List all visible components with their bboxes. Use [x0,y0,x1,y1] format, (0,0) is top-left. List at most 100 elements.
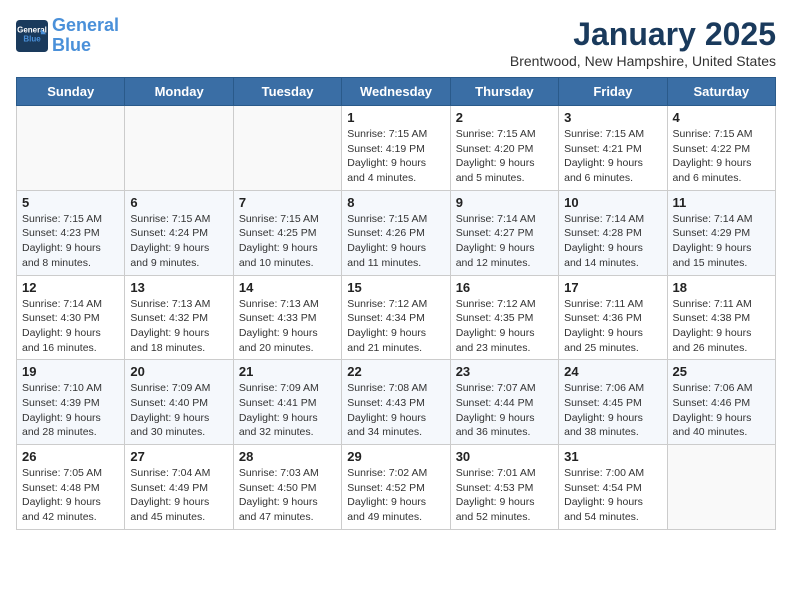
day-info: Sunrise: 7:15 AM Sunset: 4:20 PM Dayligh… [456,127,553,186]
day-number: 27 [130,449,227,464]
day-number: 31 [564,449,661,464]
day-cell-25: 25Sunrise: 7:06 AM Sunset: 4:46 PM Dayli… [667,360,775,445]
logo: General Blue GeneralBlue [16,16,119,56]
day-number: 5 [22,195,119,210]
empty-cell [667,445,775,530]
day-number: 3 [564,110,661,125]
week-row-2: 5 Sunrise: 7:15 AM Sunset: 4:23 PM Daylig… [17,190,776,275]
weekday-header-wednesday: Wednesday [342,78,450,106]
day-info: Sunrise: 7:07 AM Sunset: 4:44 PM Dayligh… [456,381,553,440]
day-number: 26 [22,449,119,464]
empty-cell [17,106,125,191]
svg-text:Blue: Blue [23,34,41,43]
weekday-header-saturday: Saturday [667,78,775,106]
day-number: 8 [347,195,444,210]
day-cell-17: 17Sunrise: 7:11 AM Sunset: 4:36 PM Dayli… [559,275,667,360]
week-row-5: 26 Sunrise: 7:05 AM Sunset: 4:48 PM Dayli… [17,445,776,530]
day-cell-10: 10 Sunrise: 7:14 AM Sunset: 4:28 PM Dayli… [559,190,667,275]
day-info: Sunrise: 7:10 AM Sunset: 4:39 PM Dayligh… [22,381,119,440]
day-info: Sunrise: 7:14 AM Sunset: 4:29 PM Dayligh… [673,212,770,271]
weekday-header-monday: Monday [125,78,233,106]
day-cell-15: 15 Sunrise: 7:12 AM Sunset: 4:34 PM Dayli… [342,275,450,360]
day-info: Sunrise: 7:05 AM Sunset: 4:48 PM Dayligh… [22,466,119,525]
calendar: SundayMondayTuesdayWednesdayThursdayFrid… [16,77,776,530]
day-cell-16: 16 Sunrise: 7:12 AM Sunset: 4:35 PM Dayli… [450,275,558,360]
day-info: Sunrise: 7:15 AM Sunset: 4:24 PM Dayligh… [130,212,227,271]
day-info: Sunrise: 7:15 AM Sunset: 4:23 PM Dayligh… [22,212,119,271]
day-info: Sunrise: 7:03 AM Sunset: 4:50 PM Dayligh… [239,466,336,525]
day-cell-28: 28Sunrise: 7:03 AM Sunset: 4:50 PM Dayli… [233,445,341,530]
day-number: 25 [673,364,770,379]
day-cell-3: 3 Sunrise: 7:15 AM Sunset: 4:21 PM Daylig… [559,106,667,191]
day-cell-30: 30 Sunrise: 7:01 AM Sunset: 4:53 PM Dayli… [450,445,558,530]
day-number: 30 [456,449,553,464]
day-info: Sunrise: 7:13 AM Sunset: 4:32 PM Dayligh… [130,297,227,356]
day-info: Sunrise: 7:02 AM Sunset: 4:52 PM Dayligh… [347,466,444,525]
empty-cell [233,106,341,191]
day-info: Sunrise: 7:01 AM Sunset: 4:53 PM Dayligh… [456,466,553,525]
day-cell-6: 6Sunrise: 7:15 AM Sunset: 4:24 PM Daylig… [125,190,233,275]
day-number: 29 [347,449,444,464]
day-cell-2: 2 Sunrise: 7:15 AM Sunset: 4:20 PM Daylig… [450,106,558,191]
weekday-header-friday: Friday [559,78,667,106]
day-info: Sunrise: 7:04 AM Sunset: 4:49 PM Dayligh… [130,466,227,525]
day-info: Sunrise: 7:14 AM Sunset: 4:30 PM Dayligh… [22,297,119,356]
day-number: 17 [564,280,661,295]
day-number: 7 [239,195,336,210]
day-number: 15 [347,280,444,295]
day-number: 1 [347,110,444,125]
day-number: 10 [564,195,661,210]
day-cell-5: 5 Sunrise: 7:15 AM Sunset: 4:23 PM Daylig… [17,190,125,275]
day-number: 12 [22,280,119,295]
day-number: 24 [564,364,661,379]
day-info: Sunrise: 7:15 AM Sunset: 4:19 PM Dayligh… [347,127,444,186]
day-cell-21: 21 Sunrise: 7:09 AM Sunset: 4:41 PM Dayli… [233,360,341,445]
day-cell-31: 31Sunrise: 7:00 AM Sunset: 4:54 PM Dayli… [559,445,667,530]
location: Brentwood, New Hampshire, United States [510,53,776,69]
day-number: 2 [456,110,553,125]
day-cell-12: 12 Sunrise: 7:14 AM Sunset: 4:30 PM Dayli… [17,275,125,360]
day-number: 22 [347,364,444,379]
day-cell-13: 13 Sunrise: 7:13 AM Sunset: 4:32 PM Dayli… [125,275,233,360]
day-number: 14 [239,280,336,295]
day-info: Sunrise: 7:12 AM Sunset: 4:34 PM Dayligh… [347,297,444,356]
day-info: Sunrise: 7:11 AM Sunset: 4:38 PM Dayligh… [673,297,770,356]
day-number: 20 [130,364,227,379]
day-info: Sunrise: 7:09 AM Sunset: 4:40 PM Dayligh… [130,381,227,440]
day-cell-4: 4 Sunrise: 7:15 AM Sunset: 4:22 PM Daylig… [667,106,775,191]
weekday-header-thursday: Thursday [450,78,558,106]
day-cell-9: 9Sunrise: 7:14 AM Sunset: 4:27 PM Daylig… [450,190,558,275]
day-number: 23 [456,364,553,379]
week-row-4: 19Sunrise: 7:10 AM Sunset: 4:39 PM Dayli… [17,360,776,445]
day-info: Sunrise: 7:15 AM Sunset: 4:21 PM Dayligh… [564,127,661,186]
day-cell-27: 27 Sunrise: 7:04 AM Sunset: 4:49 PM Dayli… [125,445,233,530]
day-cell-20: 20 Sunrise: 7:09 AM Sunset: 4:40 PM Dayli… [125,360,233,445]
day-info: Sunrise: 7:09 AM Sunset: 4:41 PM Dayligh… [239,381,336,440]
day-cell-24: 24 Sunrise: 7:06 AM Sunset: 4:45 PM Dayli… [559,360,667,445]
month-title: January 2025 [510,16,776,53]
day-number: 18 [673,280,770,295]
day-cell-23: 23 Sunrise: 7:07 AM Sunset: 4:44 PM Dayli… [450,360,558,445]
day-info: Sunrise: 7:14 AM Sunset: 4:27 PM Dayligh… [456,212,553,271]
day-info: Sunrise: 7:14 AM Sunset: 4:28 PM Dayligh… [564,212,661,271]
week-row-1: 1 Sunrise: 7:15 AM Sunset: 4:19 PM Daylig… [17,106,776,191]
day-cell-22: 22 Sunrise: 7:08 AM Sunset: 4:43 PM Dayli… [342,360,450,445]
day-info: Sunrise: 7:12 AM Sunset: 4:35 PM Dayligh… [456,297,553,356]
day-cell-1: 1 Sunrise: 7:15 AM Sunset: 4:19 PM Daylig… [342,106,450,191]
day-cell-26: 26 Sunrise: 7:05 AM Sunset: 4:48 PM Dayli… [17,445,125,530]
day-info: Sunrise: 7:15 AM Sunset: 4:22 PM Dayligh… [673,127,770,186]
weekday-header-tuesday: Tuesday [233,78,341,106]
week-row-3: 12 Sunrise: 7:14 AM Sunset: 4:30 PM Dayli… [17,275,776,360]
empty-cell [125,106,233,191]
day-info: Sunrise: 7:13 AM Sunset: 4:33 PM Dayligh… [239,297,336,356]
day-cell-14: 14 Sunrise: 7:13 AM Sunset: 4:33 PM Dayli… [233,275,341,360]
day-info: Sunrise: 7:08 AM Sunset: 4:43 PM Dayligh… [347,381,444,440]
day-number: 13 [130,280,227,295]
day-cell-11: 11Sunrise: 7:14 AM Sunset: 4:29 PM Dayli… [667,190,775,275]
day-number: 16 [456,280,553,295]
day-cell-8: 8Sunrise: 7:15 AM Sunset: 4:26 PM Daylig… [342,190,450,275]
day-info: Sunrise: 7:06 AM Sunset: 4:45 PM Dayligh… [564,381,661,440]
day-number: 21 [239,364,336,379]
day-number: 4 [673,110,770,125]
calendar-body: 1 Sunrise: 7:15 AM Sunset: 4:19 PM Daylig… [17,106,776,530]
